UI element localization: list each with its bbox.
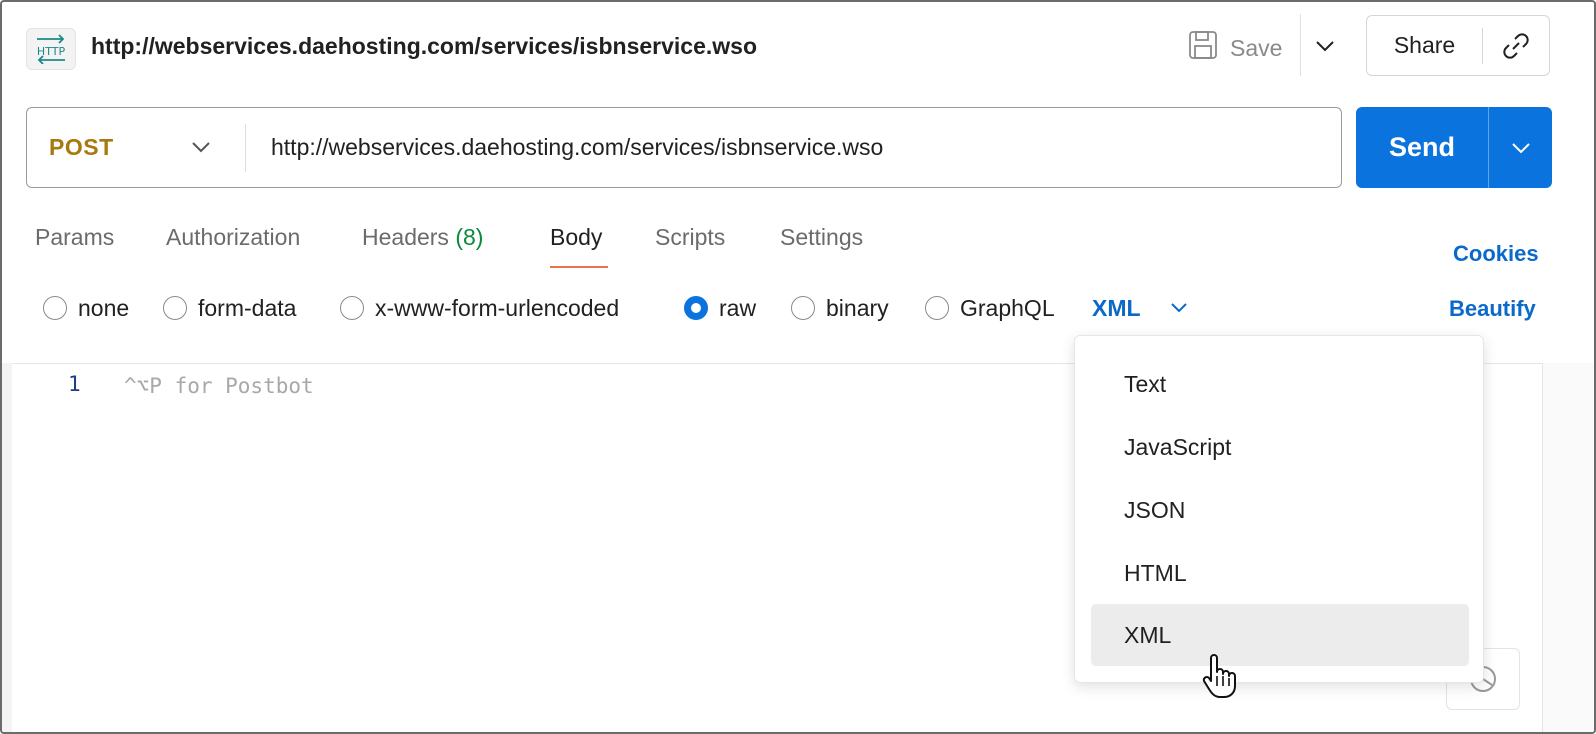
radio-button-selected[interactable] [684, 296, 708, 320]
editor-side-panel [1542, 363, 1594, 732]
tab-label: Scripts [655, 224, 726, 250]
method-label: POST [49, 134, 114, 160]
tab-label: Settings [780, 224, 864, 250]
http-request-icon: HTTP [26, 28, 76, 70]
editor-placeholder: ^⌥P for Postbot [124, 374, 314, 398]
tab-authorization[interactable]: Authorization [166, 224, 300, 272]
active-tab-indicator [550, 266, 608, 268]
body-type-none[interactable]: none [43, 290, 129, 326]
app-frame: HTTP http://webservices.daehosting.com/s… [0, 0, 1596, 734]
raw-type-label: XML [1092, 294, 1141, 321]
tab-scripts[interactable]: Scripts [655, 224, 725, 272]
body-type-urlencoded[interactable]: x-www-form-urlencoded [340, 290, 619, 326]
menu-item-html[interactable]: HTML [1091, 542, 1469, 604]
raw-type-select[interactable]: XML [1092, 290, 1189, 326]
tab-label: Authorization [166, 224, 301, 250]
save-icon [1188, 30, 1218, 66]
menu-item-json[interactable]: JSON [1091, 479, 1469, 541]
tab-body[interactable]: Body [550, 224, 602, 272]
save-options-button[interactable] [1308, 28, 1342, 64]
radio-label: binary [826, 294, 889, 321]
radio-label: raw [719, 294, 757, 321]
beautify-button[interactable]: Beautify [1449, 296, 1536, 322]
svg-text:HTTP: HTTP [37, 45, 66, 58]
radio-label: none [78, 294, 130, 321]
tab-headers[interactable]: Headers (8) [362, 224, 483, 272]
menu-item-javascript[interactable]: JavaScript [1091, 416, 1469, 478]
chevron-down-icon [1511, 142, 1530, 153]
headers-count-badge: (8) [455, 224, 484, 250]
radio-button[interactable] [43, 296, 67, 320]
body-type-form-data[interactable]: form-data [163, 290, 296, 326]
request-title[interactable]: http://webservices.daehosting.com/servic… [91, 33, 757, 60]
menu-item-text[interactable]: Text [1091, 353, 1469, 415]
body-type-graphql[interactable]: GraphQL [925, 290, 1055, 326]
save-button[interactable]: Save [1188, 24, 1282, 72]
hand-cursor-icon [1202, 654, 1236, 698]
tab-label: Headers [362, 224, 456, 250]
body-type-binary[interactable]: binary [791, 290, 889, 326]
editor-gutter-rail [2, 363, 12, 732]
tab-settings[interactable]: Settings [780, 224, 863, 272]
chevron-down-icon [192, 142, 210, 153]
tab-params[interactable]: Params [35, 224, 114, 272]
save-label: Save [1230, 34, 1283, 61]
radio-label: GraphQL [960, 294, 1055, 321]
tab-label: Body [550, 224, 603, 250]
radio-button[interactable] [340, 296, 364, 320]
tab-label: Params [35, 224, 115, 250]
url-bar: POST http://webservices.daehosting.com/s… [26, 107, 1342, 188]
send-button[interactable]: Send [1356, 132, 1488, 163]
share-group: Share [1366, 15, 1550, 76]
copy-link-button[interactable] [1483, 16, 1549, 75]
chevron-down-icon [1170, 303, 1187, 313]
chevron-down-icon [1316, 41, 1334, 52]
radio-button[interactable] [791, 296, 815, 320]
body-type-raw[interactable]: raw [684, 290, 756, 326]
radio-button[interactable] [925, 296, 949, 320]
divider [245, 124, 246, 172]
menu-item-xml[interactable]: XML [1091, 604, 1469, 666]
share-button[interactable]: Share [1367, 32, 1482, 59]
request-header: HTTP http://webservices.daehosting.com/s… [2, 2, 1594, 92]
link-icon [1503, 32, 1529, 59]
cookies-link[interactable]: Cookies [1453, 241, 1539, 267]
url-input[interactable]: http://webservices.daehosting.com/servic… [271, 134, 883, 161]
method-selector[interactable]: POST [27, 108, 245, 187]
divider [1300, 14, 1301, 76]
send-options-button[interactable] [1489, 107, 1552, 188]
radio-label: x-www-form-urlencoded [375, 294, 620, 321]
line-number: 1 [68, 372, 81, 396]
radio-button[interactable] [163, 296, 187, 320]
raw-type-dropdown: Text JavaScript JSON HTML XML [1074, 335, 1484, 683]
send-group: Send [1356, 107, 1552, 188]
radio-label: form-data [198, 294, 297, 321]
